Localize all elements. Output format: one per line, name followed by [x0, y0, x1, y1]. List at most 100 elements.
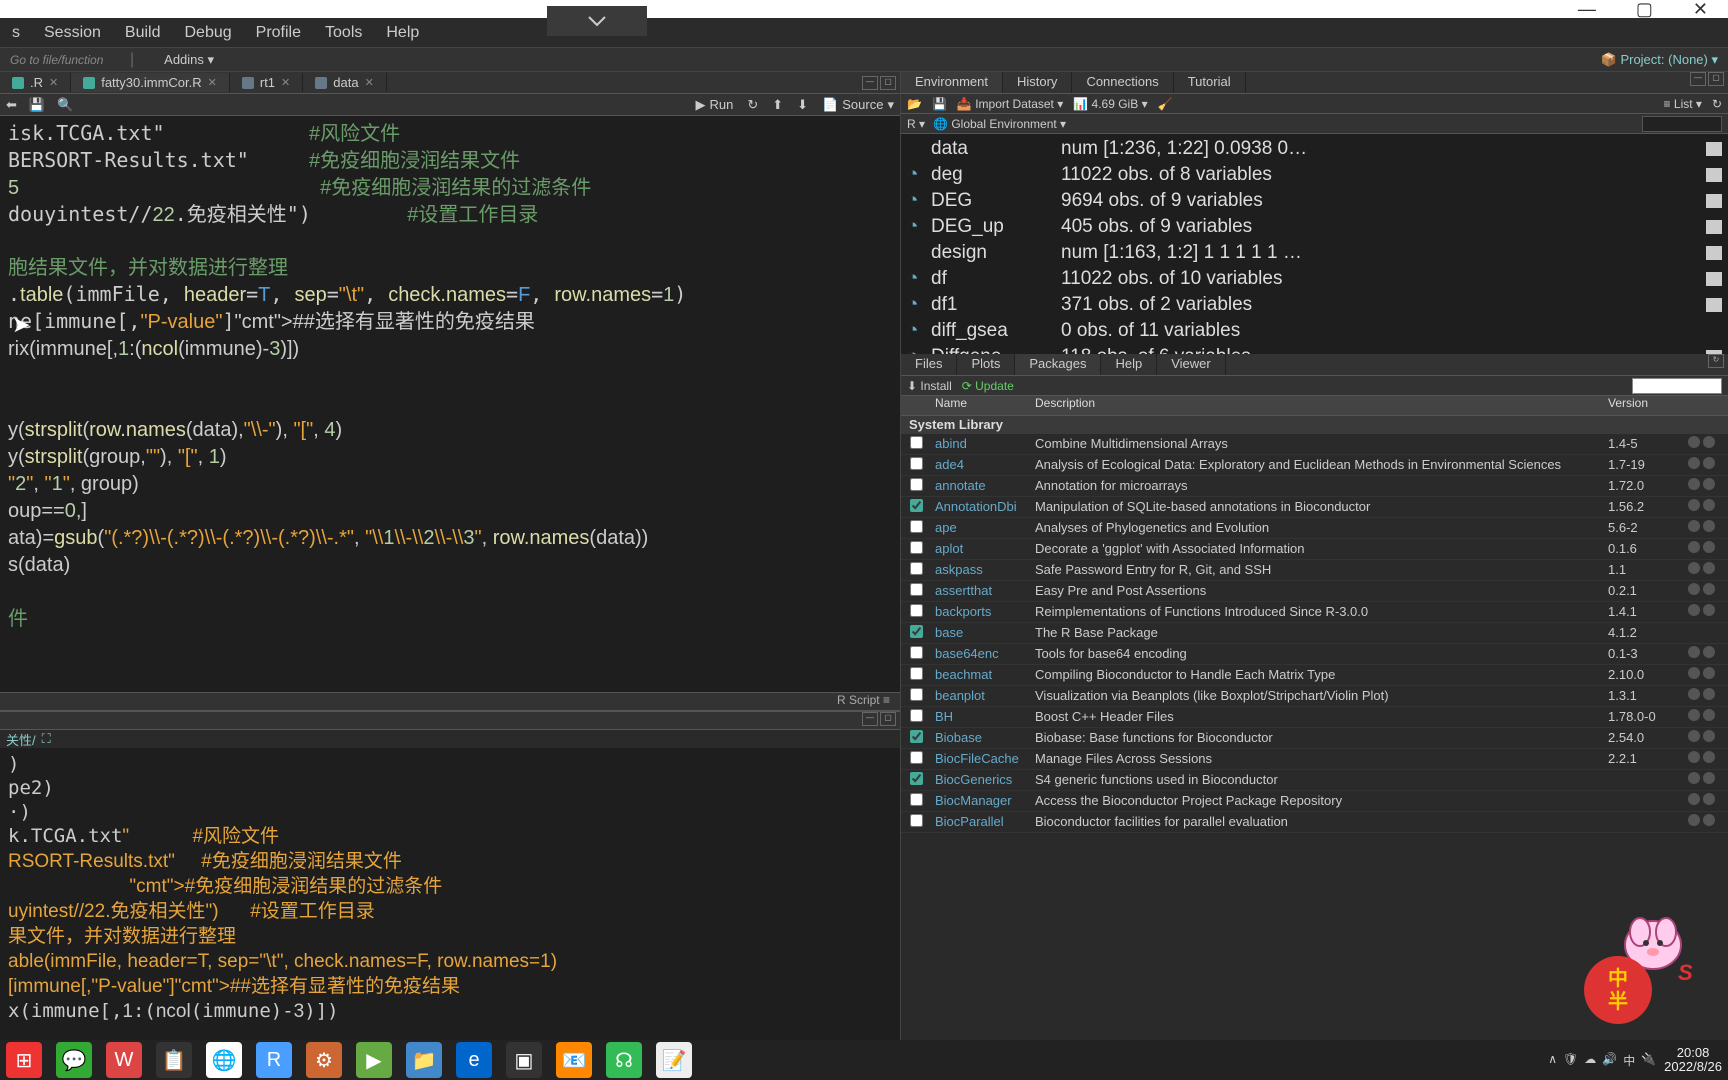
pkg-checkbox[interactable] — [910, 667, 923, 680]
pkg-name-link[interactable]: BiocGenerics — [931, 772, 1031, 787]
pkg-name-link[interactable]: AnnotationDbi — [931, 499, 1031, 514]
grid-icon[interactable] — [1706, 142, 1722, 156]
pane-minimize[interactable]: — — [862, 76, 878, 90]
env-minimize[interactable]: — — [1690, 72, 1706, 86]
pkg-tab-help[interactable]: Help — [1101, 354, 1157, 375]
env-tab-environment[interactable]: Environment — [901, 72, 1003, 93]
pkg-web-icon[interactable] — [1688, 436, 1700, 448]
pkg-web-icon[interactable] — [1688, 499, 1700, 511]
pkg-name-link[interactable]: ade4 — [931, 457, 1031, 472]
pkg-web-icon[interactable] — [1688, 688, 1700, 700]
tray-icon[interactable]: ∧ — [1548, 1052, 1557, 1069]
window-maximize[interactable]: ▢ — [1636, 0, 1653, 20]
pkg-checkbox[interactable] — [910, 814, 923, 827]
pkg-name-link[interactable]: BH — [931, 709, 1031, 724]
pkg-web-icon[interactable] — [1688, 583, 1700, 595]
import-dataset[interactable]: 📥 Import Dataset ▾ — [957, 97, 1063, 111]
tray-icon[interactable]: 🛡 — [1563, 1052, 1578, 1069]
pkg-name-link[interactable]: BiocFileCache — [931, 751, 1031, 766]
close-tab-icon[interactable]: ✕ — [49, 76, 58, 89]
pkg-checkbox[interactable] — [910, 499, 923, 512]
pkg-web-icon[interactable] — [1688, 457, 1700, 469]
pkg-tab-viewer[interactable]: Viewer — [1157, 354, 1226, 375]
expand-icon[interactable]: ◔ — [907, 214, 921, 240]
pkg-remove-icon[interactable] — [1703, 646, 1715, 658]
pane-maximize[interactable]: ▢ — [880, 76, 896, 90]
pkg-checkbox[interactable] — [910, 751, 923, 764]
pkg-name-link[interactable]: beachmat — [931, 667, 1031, 682]
pkg-checkbox[interactable] — [910, 793, 923, 806]
menu-tools[interactable]: Tools — [313, 20, 374, 46]
pkg-web-icon[interactable] — [1688, 520, 1700, 532]
pkg-remove-icon[interactable] — [1703, 562, 1715, 574]
load-workspace[interactable]: 📂 — [907, 97, 922, 111]
tray-icon[interactable]: ☁ — [1584, 1052, 1596, 1069]
pkg-remove-icon[interactable] — [1703, 541, 1715, 553]
pkg-checkbox[interactable] — [910, 583, 923, 596]
run-button[interactable]: ▶ Run — [696, 97, 734, 113]
pkg-tab-plots[interactable]: Plots — [957, 354, 1015, 375]
close-tab-icon[interactable]: ✕ — [281, 76, 290, 89]
taskbar-app[interactable]: 🌐 — [206, 1042, 242, 1078]
taskbar-app[interactable]: ⚙ — [306, 1042, 342, 1078]
env-tab-history[interactable]: History — [1003, 72, 1072, 93]
pkg-web-icon[interactable] — [1688, 709, 1700, 721]
env-search[interactable] — [1642, 116, 1722, 132]
pkg-tab-files[interactable]: Files — [901, 354, 957, 375]
down-button[interactable]: ⬇ — [797, 97, 808, 113]
menu-s[interactable]: s — [0, 20, 32, 46]
menu-build[interactable]: Build — [113, 20, 173, 46]
pkg-remove-icon[interactable] — [1703, 499, 1715, 511]
pkg-remove-icon[interactable] — [1703, 814, 1715, 826]
pkg-checkbox[interactable] — [910, 478, 923, 491]
window-close[interactable]: ✕ — [1693, 0, 1708, 20]
tray-icon[interactable]: 中 — [1623, 1052, 1635, 1069]
tray-icon[interactable]: 🔊 — [1602, 1052, 1617, 1069]
pkg-remove-icon[interactable] — [1703, 688, 1715, 700]
pkg-name-link[interactable]: BiocParallel — [931, 814, 1031, 829]
source-tab[interactable]: rt1✕ — [230, 73, 303, 92]
console[interactable]: ) pe2) ·) k.TCGA.txt" #风险文件 RSORT-Result… — [0, 748, 900, 1040]
clock[interactable]: 20:082022/8/26 — [1664, 1046, 1722, 1074]
pkg-checkbox[interactable] — [910, 625, 923, 638]
pkg-checkbox[interactable] — [910, 772, 923, 785]
taskbar-app[interactable]: ▶ — [356, 1042, 392, 1078]
env-scope[interactable]: 🌐 Global Environment ▾ — [933, 117, 1066, 131]
pkg-web-icon[interactable] — [1688, 562, 1700, 574]
pkg-name-link[interactable]: abind — [931, 436, 1031, 451]
pkg-remove-icon[interactable] — [1703, 709, 1715, 721]
pkg-web-icon[interactable] — [1688, 814, 1700, 826]
taskbar-app[interactable]: ☊ — [606, 1042, 642, 1078]
window-minimize[interactable]: — — [1578, 0, 1596, 20]
close-tab-icon[interactable]: ✕ — [365, 76, 374, 89]
pkg-remove-icon[interactable] — [1703, 751, 1715, 763]
pkg-checkbox[interactable] — [910, 457, 923, 470]
pkg-checkbox[interactable] — [910, 604, 923, 617]
pkg-checkbox[interactable] — [910, 520, 923, 533]
clear-workspace[interactable]: 🧹 — [1158, 97, 1173, 111]
pkg-search[interactable] — [1632, 378, 1722, 394]
save-button[interactable]: 💾 — [29, 97, 45, 113]
expand-icon[interactable]: ◔ — [907, 266, 921, 292]
pkg-name-link[interactable]: backports — [931, 604, 1031, 619]
expand-icon[interactable]: ◔ — [907, 344, 921, 354]
grid-icon[interactable] — [1706, 298, 1722, 312]
source-tab[interactable]: .R✕ — [0, 73, 71, 92]
grid-icon[interactable] — [1706, 246, 1722, 260]
find-button[interactable]: 🔍 — [57, 97, 73, 113]
taskbar-app[interactable]: ▣ — [506, 1042, 542, 1078]
up-button[interactable]: ⬆ — [772, 97, 783, 113]
taskbar-app[interactable]: ⊞ — [6, 1042, 42, 1078]
pkg-name-link[interactable]: aplot — [931, 541, 1031, 556]
env-view-mode[interactable]: ≡ List ▾ — [1664, 97, 1702, 111]
menu-debug[interactable]: Debug — [173, 20, 244, 46]
env-tab-connections[interactable]: Connections — [1072, 72, 1173, 93]
pkg-checkbox[interactable] — [910, 646, 923, 659]
pkg-web-icon[interactable] — [1688, 541, 1700, 553]
update-button[interactable]: ⟳ Update — [962, 379, 1014, 393]
expand-icon[interactable]: ◔ — [907, 162, 921, 188]
pkg-remove-icon[interactable] — [1703, 478, 1715, 490]
pkg-remove-icon[interactable] — [1703, 436, 1715, 448]
grid-icon[interactable] — [1706, 220, 1722, 234]
env-row[interactable]: ◔DEG_up405 obs. of 9 variables — [907, 214, 1722, 240]
